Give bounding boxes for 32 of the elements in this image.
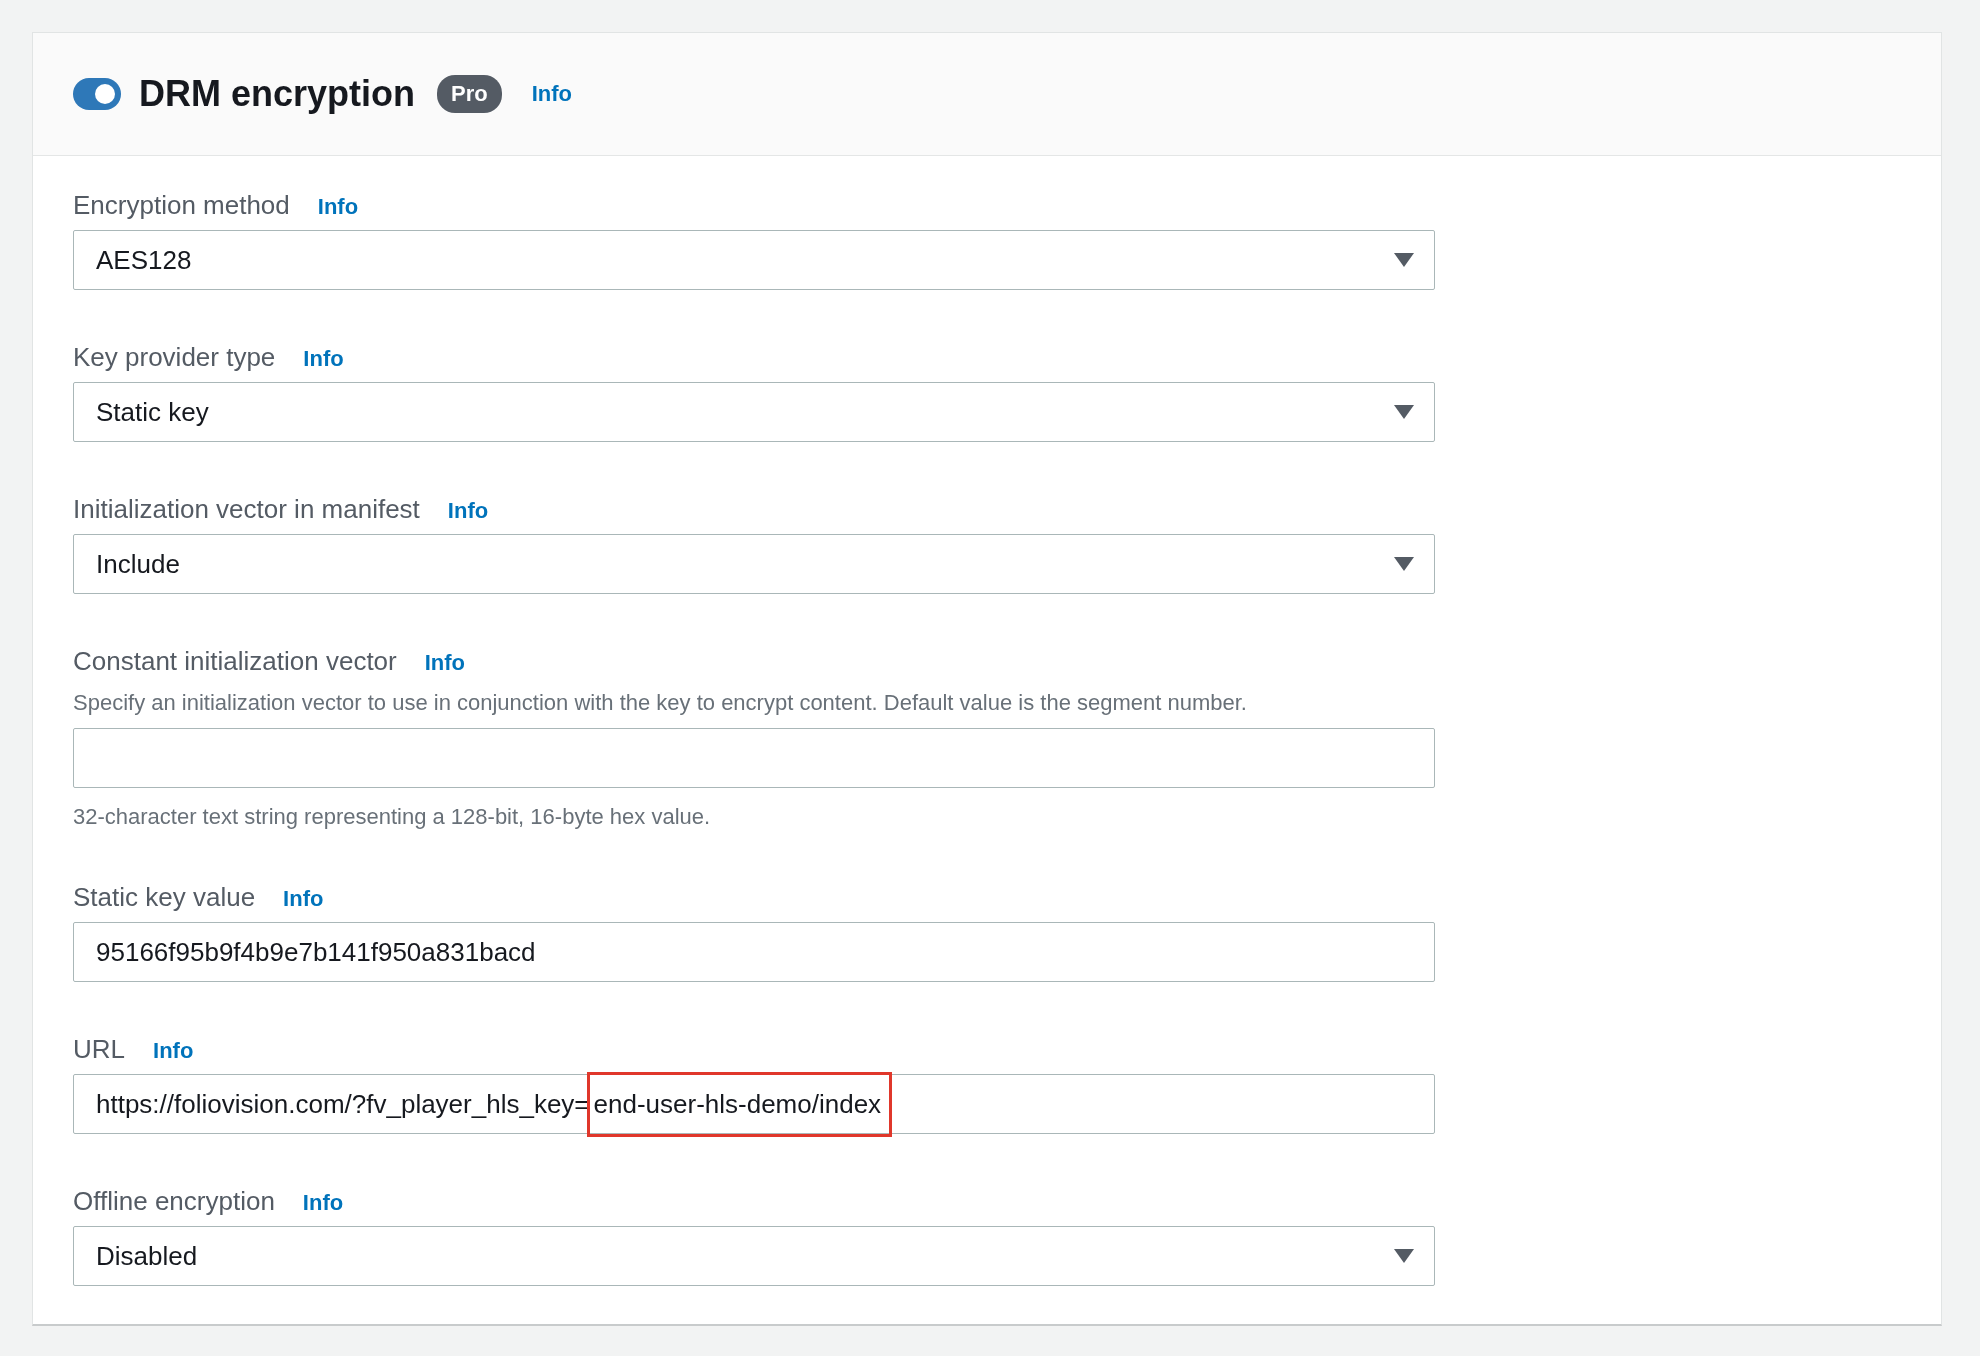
field-label: URL	[73, 1034, 125, 1065]
highlight-box: end-user-hls-demo/index	[589, 1074, 890, 1134]
info-link[interactable]: Info	[302, 1190, 344, 1216]
field-label: Static key value	[73, 882, 256, 913]
info-link[interactable]: Info	[283, 886, 324, 912]
info-link[interactable]: Info	[531, 81, 573, 107]
text-input[interactable]: https://foliovision.com/?fv_player_hls_key=end-user-hls-demo/index	[73, 1074, 1435, 1134]
dropdown-select[interactable]: AES128	[73, 230, 1435, 290]
dropdown-select[interactable]: Static key	[73, 382, 1435, 442]
dropdown-select[interactable]: Include	[73, 534, 1435, 594]
info-link[interactable]: Info	[317, 194, 359, 220]
toggle-switch[interactable]	[73, 78, 121, 110]
field-label: Constant initialization vector	[73, 646, 397, 677]
info-link[interactable]: Info	[303, 346, 344, 372]
text-input[interactable]: 95166f95b9f4b9e7b141f950a831bacd	[73, 922, 1435, 982]
pro-badge: Pro	[437, 75, 502, 113]
text-input[interactable]	[73, 728, 1435, 788]
field-hint: 32-character text string representing a 128-bit, 16-byte hex value.	[73, 804, 712, 830]
caret-icon	[1394, 557, 1414, 571]
field-label: Offline encryption	[73, 1186, 275, 1217]
panel-title: DRM encryption	[139, 73, 415, 115]
caret-icon	[1394, 253, 1414, 267]
field-label: Key provider type	[73, 342, 276, 373]
caret-icon	[1394, 1249, 1414, 1263]
dropdown-select[interactable]: Disabled	[73, 1226, 1435, 1286]
info-link[interactable]: Info	[424, 650, 466, 676]
field-label: Initialization vector in manifest	[73, 494, 420, 525]
field-label: Encryption method	[73, 190, 290, 221]
info-link[interactable]: Info	[447, 498, 489, 524]
field-description: Specify an initialization vector to use in conjunction with the key to encrypt content. Default value is the segment number.	[73, 690, 1248, 716]
info-link[interactable]: Info	[153, 1038, 194, 1064]
caret-icon	[1394, 405, 1414, 419]
